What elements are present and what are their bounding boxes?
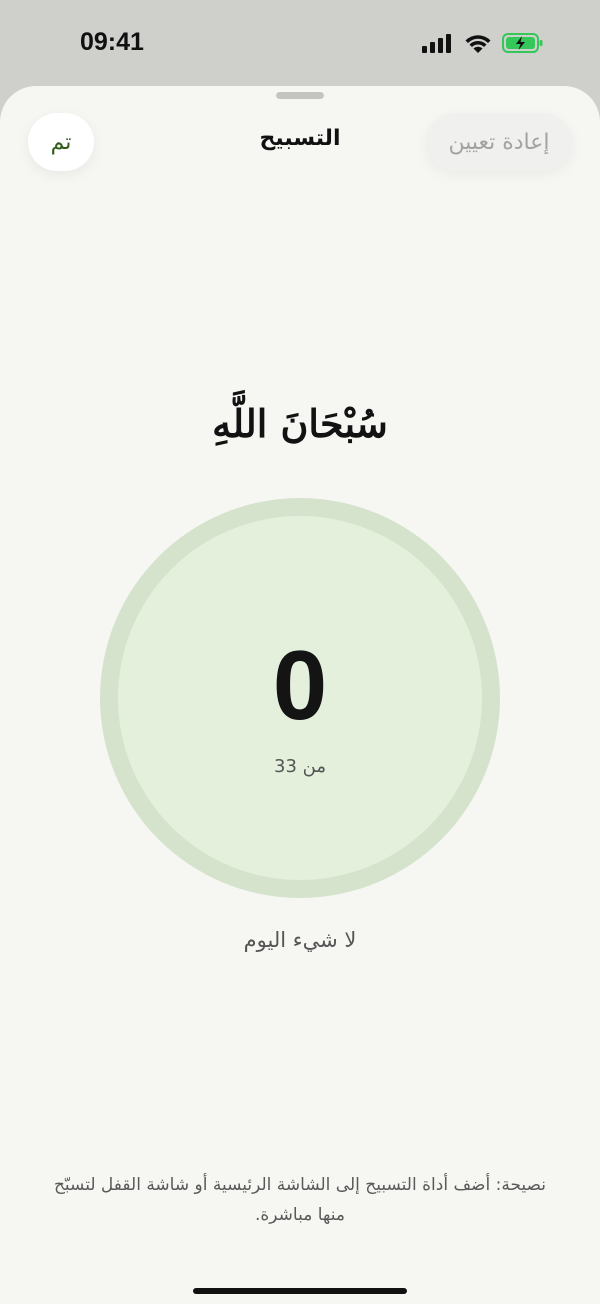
wifi-icon: [464, 32, 492, 58]
tip-text: نصيحة: أضف أداة التسبيح إلى الشاشة الرئي…: [53, 1175, 547, 1225]
reset-button[interactable]: إعادة تعيين: [426, 113, 572, 171]
battery-charging-icon: [502, 32, 544, 58]
sheet-grabber[interactable]: [276, 92, 324, 99]
status-bar: 09:41: [0, 0, 600, 86]
cellular-signal-icon: [422, 33, 454, 57]
counter-value: 0: [272, 630, 328, 740]
counter-target-label: من 33: [274, 756, 326, 777]
home-indicator: [193, 1288, 407, 1294]
status-time: 09:41: [80, 28, 144, 56]
today-count-label: لا شيء اليوم: [243, 928, 357, 952]
counter-inner-circle: 0 من 33: [118, 516, 482, 880]
counter-tap-button[interactable]: 0 من 33: [100, 498, 500, 898]
tasbih-sheet: تم التسبيح إعادة تعيين سُبْحَانَ اللَّهِ…: [0, 86, 600, 1304]
status-icons: [422, 32, 544, 58]
dhikr-text: سُبْحَانَ اللَّهِ: [212, 401, 388, 446]
